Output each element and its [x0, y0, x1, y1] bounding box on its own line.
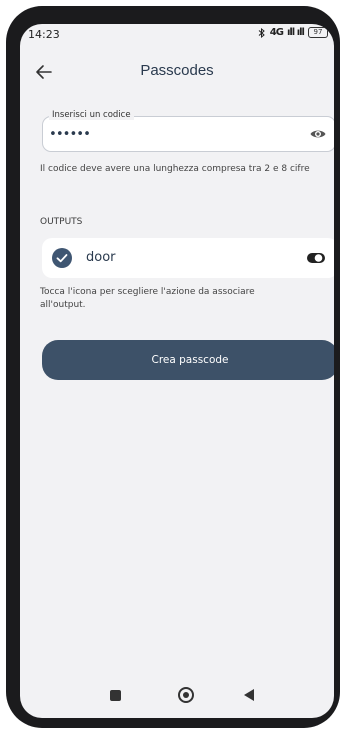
nav-bar — [20, 674, 334, 718]
header: Passcodes — [20, 54, 334, 90]
outputs-hint: Tocca l'icona per scegliere l'azione da … — [40, 287, 255, 310]
status-icons: 4G ıll ıll 97 — [258, 27, 328, 38]
screen: 14:23 4G ıll ıll 97 Passcodes Inserisci … — [20, 24, 334, 718]
output-name: door — [86, 250, 116, 265]
recent-apps-icon[interactable] — [110, 690, 121, 701]
status-time: 14:23 — [28, 28, 60, 41]
toggle-icon[interactable] — [306, 252, 326, 264]
battery-icon: 97 — [308, 27, 328, 38]
back-nav-icon[interactable] — [244, 689, 254, 701]
outputs-section-label: OUTPUTS — [40, 217, 83, 227]
signal-icon: ıll ıll — [286, 27, 305, 38]
code-length-hint: Il codice deve avere una lunghezza compr… — [40, 164, 310, 174]
check-circle-icon[interactable] — [52, 248, 72, 268]
home-icon[interactable] — [178, 687, 194, 703]
status-bar: 14:23 4G ıll ıll 97 — [20, 24, 334, 46]
create-passcode-button[interactable]: Crea passcode — [42, 340, 334, 380]
code-input[interactable] — [49, 127, 289, 142]
code-field-label: Inserisci un codice — [49, 110, 134, 120]
bluetooth-icon — [258, 27, 265, 38]
page-title: Passcodes — [140, 62, 214, 79]
eye-icon[interactable] — [309, 125, 327, 143]
phone-frame: 14:23 4G ıll ıll 97 Passcodes Inserisci … — [6, 6, 340, 728]
code-field[interactable]: Inserisci un codice — [42, 110, 334, 152]
signal-label: 4G — [269, 27, 284, 38]
output-row-door[interactable]: door — [42, 238, 334, 278]
